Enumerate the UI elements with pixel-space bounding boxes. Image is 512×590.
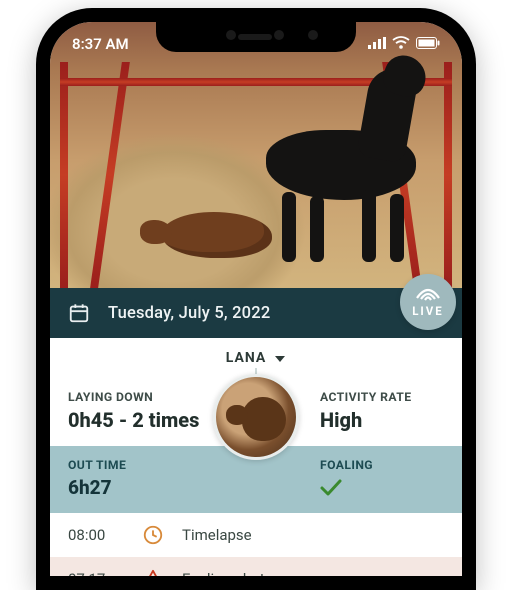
screen: 8:37 AM xyxy=(50,22,462,576)
stat-out-time: OUT TIME 6h27 xyxy=(50,446,256,513)
clock-icon xyxy=(142,524,182,546)
chevron-down-icon xyxy=(274,349,286,368)
selected-date[interactable]: Tuesday, July 5, 2022 xyxy=(108,304,270,323)
event-time: 07:17 xyxy=(68,570,142,576)
mare-silhouette xyxy=(266,62,416,262)
stat-label: FOALING xyxy=(320,458,444,472)
event-row[interactable]: 07:17 Foaling alert xyxy=(50,557,462,576)
event-log: 08:00 Timelapse 07:17 Foaling alert xyxy=(50,513,462,576)
event-time: 08:00 xyxy=(68,526,142,544)
stat-label: OUT TIME xyxy=(68,458,238,472)
foal-silhouette xyxy=(162,212,272,258)
calendar-icon[interactable] xyxy=(68,302,90,324)
stat-value: High xyxy=(320,408,444,432)
stat-label: ACTIVITY RATE xyxy=(320,390,444,404)
camera-feed[interactable] xyxy=(50,22,462,288)
horse-avatar[interactable] xyxy=(213,374,299,460)
event-row[interactable]: 08:00 Timelapse xyxy=(50,513,462,557)
stat-value: 6h27 xyxy=(68,476,238,499)
broadcast-icon xyxy=(415,286,441,302)
stat-label: LAYING DOWN xyxy=(68,390,238,404)
date-strip: Tuesday, July 5, 2022 LIVE xyxy=(50,288,462,338)
event-label: Timelapse xyxy=(182,526,444,544)
horse-name: LANA xyxy=(226,350,267,366)
live-label: LIVE xyxy=(412,304,444,318)
event-label: Foaling alert xyxy=(182,570,444,576)
stat-foaling: FOALING xyxy=(256,446,462,513)
alert-triangle-icon xyxy=(142,569,182,576)
check-icon xyxy=(320,476,342,499)
stat-value xyxy=(320,476,444,499)
phone-frame: 8:37 AM xyxy=(36,8,476,590)
stats-panel: LAYING DOWN 0h45 - 2 times ACTIVITY RATE… xyxy=(50,378,462,513)
live-badge[interactable]: LIVE xyxy=(400,274,456,330)
